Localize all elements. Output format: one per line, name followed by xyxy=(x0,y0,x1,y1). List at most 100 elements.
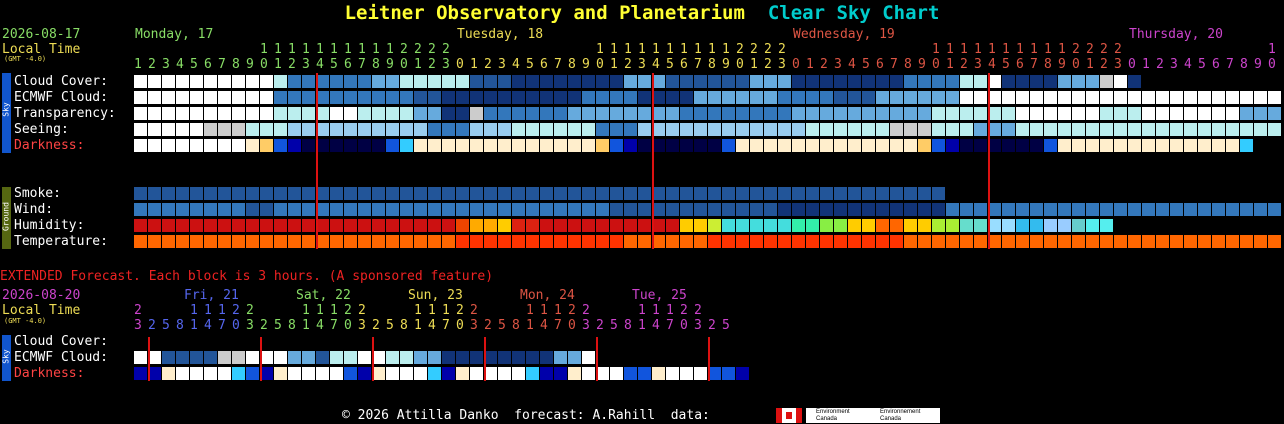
ecmwf-cloud-block xyxy=(414,91,427,104)
ecmwf-cloud-block xyxy=(540,91,553,104)
transparency-block xyxy=(554,107,567,120)
seeing-block xyxy=(792,123,805,136)
temperature-block xyxy=(162,235,175,248)
cloud-cover-block xyxy=(764,75,777,88)
humidity-block xyxy=(288,219,301,232)
temperature-block xyxy=(848,235,861,248)
transparency-block xyxy=(1254,107,1267,120)
ecmwf-cloud-block xyxy=(862,91,875,104)
transparency-block xyxy=(834,107,847,120)
wind-block xyxy=(288,203,301,216)
cloud-cover-block xyxy=(456,75,469,88)
humidity-block xyxy=(890,219,903,232)
smoke-block xyxy=(176,187,189,200)
wind-block xyxy=(554,203,567,216)
temperature-block xyxy=(736,235,749,248)
chart-title: Leitner Observatory and Planetarium Clea… xyxy=(0,2,1284,24)
transparency-block xyxy=(610,107,623,120)
darkness-block xyxy=(470,139,483,152)
temperature-block xyxy=(442,235,455,248)
cloud-cover-block xyxy=(386,75,399,88)
cloud-cover-block xyxy=(470,75,483,88)
wind-block xyxy=(134,203,147,216)
ext-darkness-block xyxy=(176,367,189,380)
ext-day-3: Mon, 24 xyxy=(520,288,575,303)
temperature-block xyxy=(722,235,735,248)
ext-darkness-block xyxy=(246,367,259,380)
observatory-name: Leitner Observatory and Planetarium xyxy=(344,2,745,24)
ext-ecmwf-cloud-block xyxy=(554,351,567,364)
transparency-block xyxy=(1198,107,1211,120)
seeing-block xyxy=(470,123,483,136)
ecmwf-cloud-block xyxy=(274,91,287,104)
wind-block xyxy=(456,203,469,216)
humidity-block xyxy=(330,219,343,232)
ecmwf-cloud-block xyxy=(134,91,147,104)
extended-notice: EXTENDED Forecast. Each block is 3 hours… xyxy=(0,269,494,284)
darkness-block xyxy=(1142,139,1155,152)
transparency-block xyxy=(764,107,777,120)
ecmwf-cloud-block xyxy=(302,91,315,104)
ecmwf-cloud-block xyxy=(974,91,987,104)
darkness-block xyxy=(1086,139,1099,152)
ext-ecmwf-cloud-block xyxy=(316,351,329,364)
temperature-block xyxy=(582,235,595,248)
darkness-block xyxy=(540,139,553,152)
cloud-cover-block xyxy=(232,75,245,88)
wind-block xyxy=(834,203,847,216)
wind-block xyxy=(932,203,945,216)
ext-darkness-block xyxy=(498,367,511,380)
temperature-block xyxy=(288,235,301,248)
ext-darkness-block xyxy=(540,367,553,380)
seeing-block xyxy=(694,123,707,136)
temperature-block xyxy=(134,235,147,248)
seeing-block xyxy=(1198,123,1211,136)
darkness-block xyxy=(1212,139,1225,152)
darkness-block xyxy=(218,139,231,152)
temperature-block xyxy=(750,235,763,248)
cloud-cover-block xyxy=(246,75,259,88)
day-label-1: Tuesday, 18 xyxy=(457,27,544,42)
cloud-cover-block xyxy=(484,75,497,88)
cloud-cover-block xyxy=(1072,75,1085,88)
humidity-block xyxy=(1016,219,1029,232)
seeing-block xyxy=(890,123,903,136)
temperature-block xyxy=(344,235,357,248)
humidity-block xyxy=(876,219,889,232)
temperature-block xyxy=(428,235,441,248)
ext-ecmwf-cloud-block xyxy=(400,351,413,364)
ecmwf-cloud-block xyxy=(176,91,189,104)
transparency-block xyxy=(232,107,245,120)
darkness-block xyxy=(820,139,833,152)
temperature-block xyxy=(1058,235,1071,248)
temperature-block xyxy=(1198,235,1211,248)
darkness-block xyxy=(148,139,161,152)
temperature-block xyxy=(1100,235,1113,248)
temperature-block xyxy=(1212,235,1225,248)
darkness-block xyxy=(610,139,623,152)
humidity-block xyxy=(806,219,819,232)
wind-block xyxy=(204,203,217,216)
cloud-cover-block xyxy=(540,75,553,88)
seeing-block xyxy=(1226,123,1239,136)
humidity-block xyxy=(582,219,595,232)
wind-block xyxy=(428,203,441,216)
humidity-block xyxy=(1044,219,1057,232)
humidity-block xyxy=(610,219,623,232)
transparency-block xyxy=(302,107,315,120)
wind-block xyxy=(764,203,777,216)
ecmwf-cloud-block xyxy=(526,91,539,104)
wind-block xyxy=(1100,203,1113,216)
wind-block xyxy=(1226,203,1239,216)
smoke-block xyxy=(624,187,637,200)
cloud-cover-block xyxy=(526,75,539,88)
ecmwf-cloud-block xyxy=(792,91,805,104)
ecmwf-cloud-block xyxy=(288,91,301,104)
cloud-cover-block xyxy=(1128,75,1141,88)
wind-block xyxy=(1002,203,1015,216)
humidity-block xyxy=(736,219,749,232)
ext-darkness-block xyxy=(414,367,427,380)
transparency-block xyxy=(1142,107,1155,120)
transparency-block xyxy=(260,107,273,120)
humidity-block xyxy=(498,219,511,232)
